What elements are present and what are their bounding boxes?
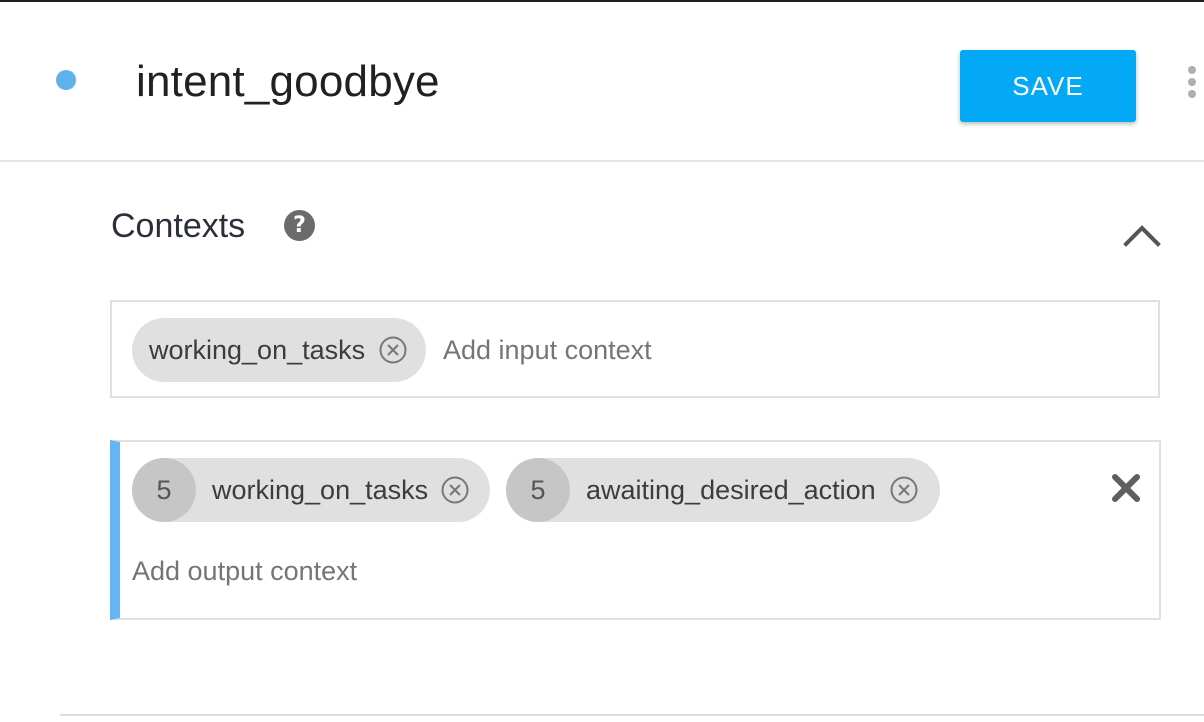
- input-context-chip[interactable]: working_on_tasks: [132, 318, 426, 382]
- chip-label: awaiting_desired_action: [586, 474, 876, 505]
- more-vertical-icon[interactable]: [1186, 66, 1200, 102]
- save-button[interactable]: SAVE: [960, 50, 1136, 122]
- close-circle-icon[interactable]: [378, 335, 408, 365]
- lifespan-count[interactable]: 5: [132, 458, 196, 522]
- input-context-field[interactable]: working_on_tasks: [110, 300, 1160, 398]
- help-icon[interactable]: ?: [284, 210, 315, 241]
- intent-name[interactable]: intent_goodbye: [136, 54, 440, 110]
- close-circle-icon[interactable]: [889, 475, 919, 505]
- contexts-section-title[interactable]: Contexts: [111, 206, 245, 246]
- output-context-field[interactable]: 5 working_on_tasks 5 awaiting_desired_ac…: [110, 440, 1161, 620]
- output-context-chip[interactable]: 5 working_on_tasks: [132, 458, 490, 522]
- section-divider: [60, 714, 1204, 716]
- close-icon[interactable]: [1110, 472, 1142, 504]
- output-context-input[interactable]: [132, 553, 452, 589]
- chip-label: working_on_tasks: [149, 334, 366, 365]
- chip-label: working_on_tasks: [212, 474, 429, 505]
- chevron-up-icon[interactable]: [1122, 218, 1162, 248]
- lifespan-count[interactable]: 5: [506, 458, 570, 522]
- input-context-input[interactable]: [443, 332, 743, 368]
- output-context-chip[interactable]: 5 awaiting_desired_action: [506, 458, 940, 522]
- intent-header: intent_goodbye SAVE: [0, 2, 1204, 162]
- status-dot-icon: [56, 70, 76, 90]
- close-circle-icon[interactable]: [440, 475, 470, 505]
